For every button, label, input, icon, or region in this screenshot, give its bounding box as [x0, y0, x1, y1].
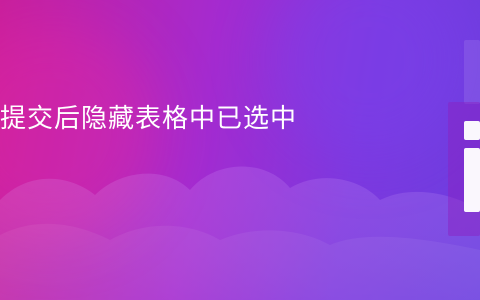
banner-headline: 提交后隐藏表格中已选中 [0, 104, 298, 134]
decorative-panel-top [464, 40, 480, 104]
decorative-white-block-tall [464, 148, 480, 212]
cloud-mist-shape [0, 166, 480, 300]
hero-banner: 提交后隐藏表格中已选中 [0, 0, 480, 300]
decorative-white-block-small [464, 121, 480, 140]
